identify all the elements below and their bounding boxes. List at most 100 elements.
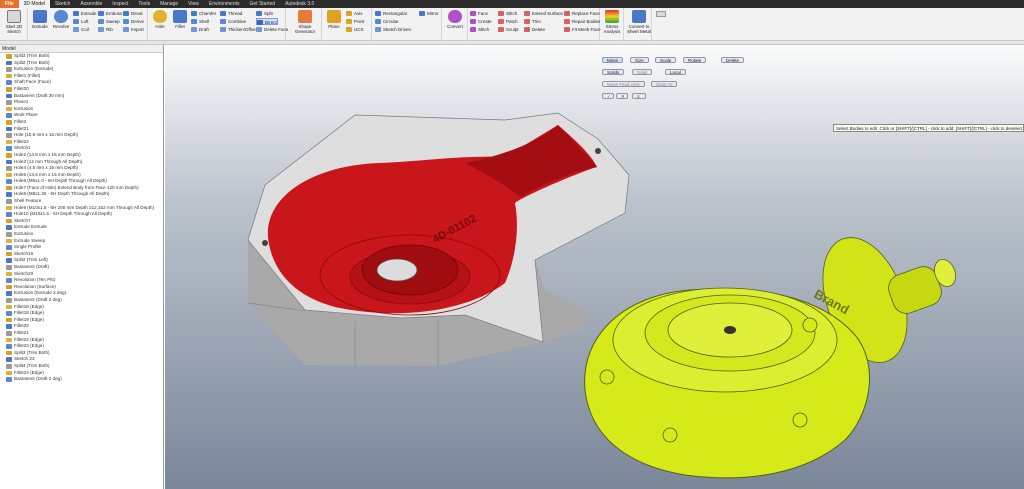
split-button[interactable]: Split — [256, 10, 273, 17]
stress-analysis-button[interactable]: Stress Analysis — [601, 10, 623, 34]
sweep-button[interactable]: Sweep — [98, 18, 120, 25]
menu-icon[interactable]: ≡ — [632, 93, 646, 99]
tree-item[interactable]: Bastanent (Draft 2 deg) — [0, 297, 163, 304]
tree-item[interactable]: Hole10 (M10x1.5 - 6H Depth Through All D… — [0, 211, 163, 218]
tab-inspect[interactable]: Inspect — [107, 0, 133, 8]
local-selector[interactable]: Local — [665, 69, 686, 75]
tree-item[interactable]: Fillet2 — [0, 119, 163, 126]
stitch-button[interactable]: Stitch — [498, 10, 517, 17]
shape-generator-button[interactable]: Shape Generator — [292, 10, 318, 34]
solids-selector[interactable]: Solids — [602, 69, 625, 75]
extend-surface-button[interactable]: Extend Surface — [524, 10, 563, 17]
tree-item[interactable]: Single Profile — [0, 244, 163, 251]
tree-item[interactable]: Extrusion — [0, 231, 163, 238]
sketch-driven-button[interactable]: Sketch Driven — [375, 26, 411, 33]
tab-assemble[interactable]: Assemble — [75, 0, 107, 8]
tree-item[interactable]: Hole6 (M6x1.0 - 6H Depth Through All Dep… — [0, 178, 163, 185]
tree-item[interactable]: Sketch 23 — [0, 356, 163, 363]
tree-item[interactable]: Fillet19 (Edge) — [0, 317, 163, 324]
tree-item[interactable]: Split4 (Trim Both) — [0, 363, 163, 370]
tree-item[interactable]: Plane1 — [0, 99, 163, 106]
tree-item[interactable]: Hole4 (4.5 mm x 15 mm Depth) — [0, 165, 163, 172]
tree-item[interactable]: Bastanent (Draft 2 deg) — [0, 376, 163, 383]
rotate-button[interactable]: Rotate — [683, 57, 707, 63]
trim-button[interactable]: Trim — [524, 18, 541, 25]
tree-item[interactable]: Fillet24 (Edge) — [0, 370, 163, 377]
tree-item[interactable]: Hole (10.5 mm x 15 mm Depth) — [0, 132, 163, 139]
patch-button[interactable]: Patch — [498, 18, 518, 25]
tree-item[interactable]: Extrusion (Extrude 2 deg) — [0, 290, 163, 297]
ribbon-options-icon[interactable] — [656, 11, 666, 17]
tree-item[interactable]: Bastanent (Draft) — [0, 264, 163, 271]
stitch-small-button[interactable]: Stitch — [470, 26, 489, 33]
start-sketch-button[interactable]: Start 2D Sketch — [2, 10, 26, 34]
loft-button[interactable]: Extrude — [73, 10, 97, 17]
delete-button[interactable]: Delete — [524, 26, 545, 33]
tree-item[interactable]: Sketch16 — [0, 251, 163, 258]
import-button[interactable]: Import — [123, 26, 144, 33]
replace-face-button[interactable]: Replace Face — [564, 10, 600, 17]
tree-item[interactable]: Fillet1 (Fillet) — [0, 73, 163, 80]
tree-item[interactable]: Fillet22 — [0, 139, 163, 146]
hole-button[interactable]: Hole — [149, 10, 171, 29]
tab-get-started[interactable]: Get Started — [245, 0, 281, 8]
tab-autodesk-3-0[interactable]: Autodesk 3.0 — [280, 0, 319, 8]
plane-button[interactable]: Plane — [323, 10, 345, 29]
derive-button[interactable]: Derive — [123, 18, 144, 25]
tab-view[interactable]: View — [183, 0, 204, 8]
face-button[interactable]: Face — [470, 10, 488, 17]
tree-item[interactable]: Hole7 (Face of Hole) Extend Body from Fa… — [0, 185, 163, 192]
tree-item[interactable]: Hole8 (M8x1.25 - 6H Depth Through All De… — [0, 191, 163, 198]
tree-item[interactable]: Extrude Sweep — [0, 238, 163, 245]
chamfer-button[interactable]: Chamfer — [191, 10, 216, 17]
cancel-icon[interactable]: ✕ — [616, 93, 628, 99]
shell-button[interactable]: Shell — [191, 18, 209, 25]
draft-button[interactable]: Draft — [191, 26, 209, 33]
delete-button-mini[interactable]: Delete — [721, 57, 745, 63]
revolve-button[interactable]: Revolve — [50, 10, 72, 29]
tree-item[interactable]: Split2 (Trim Both) — [0, 60, 163, 67]
tree-item[interactable]: Fillet18 (Edge) — [0, 304, 163, 311]
ucs-button[interactable]: UCS — [346, 26, 364, 33]
tree-item[interactable]: Hole5 (13.5 mm x 15 mm Depth) — [0, 172, 163, 179]
tree-item[interactable]: Fillet20 — [0, 86, 163, 93]
point-button[interactable]: Point — [346, 18, 364, 25]
convert-button[interactable]: Convert — [444, 10, 466, 29]
convert-sheet-metal-button[interactable]: Convert to Sheet Metal — [626, 10, 652, 34]
fillet-button[interactable]: Fillet — [169, 10, 191, 29]
tree-item[interactable]: Hole9 (M10x1.5 - 6H 200 mm Depth 212,152… — [0, 205, 163, 212]
tree-item[interactable]: Extrusion (Extrude) — [0, 66, 163, 73]
delete-face-button[interactable]: Delete Face — [256, 26, 288, 33]
move-button[interactable]: Move — [602, 57, 624, 63]
tree-item[interactable]: Fillet21 — [0, 330, 163, 337]
tree-item[interactable]: Sketch1 — [0, 145, 163, 152]
snap-to-button[interactable]: Snap To — [651, 81, 678, 87]
rectangular-button[interactable]: Rectangular — [375, 10, 407, 17]
tab-3d-model[interactable]: 3D Model — [18, 0, 51, 8]
decal-button[interactable]: Decal — [123, 10, 143, 17]
tree-item[interactable]: Fillet18 (Edge) — [0, 310, 163, 317]
tab-file[interactable]: File — [0, 0, 19, 8]
tree-item[interactable]: Fillet21 — [0, 126, 163, 133]
graphics-viewport[interactable]: 4D-01102 Brand Move Size Scale Rotate De… — [165, 45, 1024, 489]
thread-button[interactable]: Thread — [220, 10, 242, 17]
solid-selector[interactable]: Solid — [632, 69, 653, 75]
circular-button[interactable]: Circular — [375, 18, 399, 25]
move-triad-only-button[interactable]: Move Triad Only — [602, 81, 645, 87]
tree-item[interactable]: Extrusion — [0, 106, 163, 113]
scale-button[interactable]: Scale — [655, 57, 677, 63]
size-button[interactable]: Size — [630, 57, 649, 63]
rib-button[interactable]: Rib — [98, 26, 113, 33]
tree-item[interactable]: Shell Feature — [0, 198, 163, 205]
loft-button-2[interactable]: Loft — [73, 18, 89, 25]
tab-tools[interactable]: Tools — [133, 0, 155, 8]
tab-manage[interactable]: Manage — [155, 0, 183, 8]
tree-item[interactable]: Split3 (Trim Both) — [0, 53, 163, 60]
combine-button[interactable]: Combine — [220, 18, 246, 25]
tree-item[interactable]: Revolution (Ten Pitt) — [0, 277, 163, 284]
tree-item[interactable]: Fillet20 — [0, 323, 163, 330]
tree-item[interactable]: Work Plane — [0, 112, 163, 119]
extrude-button[interactable]: Extrude — [29, 10, 51, 29]
tree-item[interactable]: Shaft Face (Face) — [0, 79, 163, 86]
thicken-offset-button[interactable]: Thicken/Offset — [220, 26, 257, 33]
